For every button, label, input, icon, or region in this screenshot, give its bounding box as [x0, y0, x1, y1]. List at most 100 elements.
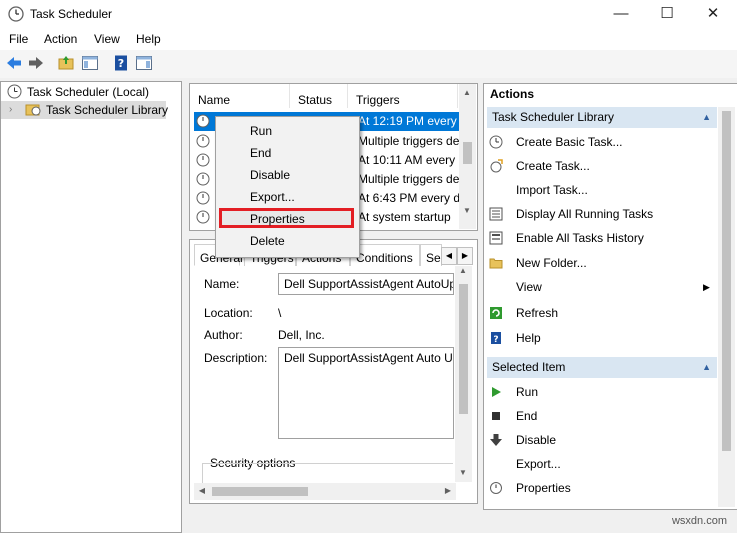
folder-up-icon[interactable]: [57, 54, 75, 72]
action-label: Export...: [516, 457, 561, 471]
action-label: Create Basic Task...: [516, 135, 623, 149]
end-icon: [492, 412, 500, 420]
section-header-selected-item[interactable]: Selected Item ▲: [487, 357, 717, 378]
menu-help[interactable]: Help: [136, 32, 161, 46]
back-arrow-icon[interactable]: [5, 54, 23, 72]
scroll-up-icon[interactable]: ▲: [455, 266, 471, 275]
clock-icon: [7, 84, 22, 99]
scroll-thumb[interactable]: [463, 142, 472, 164]
context-menu-run[interactable]: Run: [250, 122, 272, 140]
column-header-triggers[interactable]: Triggers: [348, 84, 458, 108]
context-menu-export[interactable]: Export...: [250, 188, 295, 206]
history-icon: [489, 231, 503, 245]
menu-bar: File Action View Help: [0, 29, 737, 50]
properties-icon: [490, 482, 502, 494]
location-label: Location:: [204, 306, 253, 320]
context-menu-properties[interactable]: Properties: [250, 210, 305, 228]
scroll-thumb[interactable]: [722, 111, 731, 451]
row-triggers: At 6:43 PM every da: [358, 191, 462, 205]
collapse-chevron-icon[interactable]: ▲: [702, 107, 711, 128]
create-task-icon: [490, 159, 503, 173]
menu-view[interactable]: View: [94, 32, 120, 46]
action-label: Properties: [516, 481, 571, 495]
scroll-thumb[interactable]: [459, 284, 468, 414]
scroll-left-icon[interactable]: ◀: [194, 486, 210, 495]
row-triggers: At system startup: [358, 210, 451, 224]
section-header-library[interactable]: Task Scheduler Library ▲: [487, 107, 717, 128]
task-detail-pane: General Triggers Actions Conditions Se ◀…: [189, 239, 478, 504]
tree-item-library[interactable]: › Task Scheduler Library: [1, 101, 168, 119]
scroll-down-icon[interactable]: ▼: [455, 468, 471, 477]
actions-title: Actions: [490, 87, 535, 101]
menu-file[interactable]: File: [9, 32, 28, 46]
scroll-down-icon[interactable]: ▼: [459, 206, 475, 215]
scroll-right-icon[interactable]: ▶: [440, 486, 456, 495]
clock-icon: [8, 6, 24, 22]
action-label: Help: [516, 331, 541, 345]
description-label: Description:: [204, 351, 268, 365]
row-triggers: Multiple triggers de: [358, 172, 460, 186]
detail-hscrollbar[interactable]: ◀ ▶: [194, 483, 456, 500]
security-options-group: [202, 463, 453, 484]
actions-scrollbar[interactable]: [718, 107, 735, 507]
action-label: Run: [516, 385, 539, 399]
row-triggers: Multiple triggers de: [358, 134, 460, 148]
help-book-icon[interactable]: ?: [112, 54, 130, 72]
task-clock-icon: [196, 134, 210, 148]
submenu-arrow-icon: ▶: [703, 282, 710, 292]
action-label: Create Task...: [516, 159, 590, 173]
author-value: Dell, Inc.: [278, 328, 325, 342]
tab-scroll-right-icon[interactable]: ▶: [457, 247, 473, 265]
console-tree: Task Scheduler (Local) › Task Scheduler …: [0, 81, 182, 533]
context-menu-end[interactable]: End: [250, 144, 271, 162]
action-view[interactable]: View ▶: [489, 277, 711, 297]
actions-pane: Actions Task Scheduler Library ▲ Create …: [483, 83, 737, 510]
action-label: End: [516, 409, 538, 423]
tab-conditions[interactable]: Conditions: [350, 244, 420, 266]
tree-label-root: Task Scheduler (Local): [27, 85, 150, 99]
minimize-button[interactable]: —: [598, 0, 644, 29]
context-menu: Run End Disable Export... Properties Del…: [215, 116, 360, 258]
run-icon: [492, 387, 501, 397]
window-title: Task Scheduler: [30, 7, 113, 21]
toolbar: ?: [0, 50, 737, 78]
column-header-name[interactable]: Name: [190, 84, 290, 108]
create-basic-task-icon: [489, 135, 503, 149]
name-field[interactable]: Dell SupportAssistAgent AutoUpd: [278, 273, 454, 295]
collapse-chevron-icon[interactable]: ▲: [702, 357, 711, 378]
close-button[interactable]: ✕: [690, 0, 736, 29]
list-scrollbar[interactable]: ▲ ▼: [459, 84, 476, 229]
menu-action[interactable]: Action: [44, 32, 77, 46]
name-label: Name:: [204, 277, 240, 291]
maximize-button[interactable]: ☐: [644, 0, 690, 29]
scroll-thumb[interactable]: [212, 487, 308, 496]
action-label: Refresh: [516, 306, 559, 320]
description-field[interactable]: Dell SupportAssistAgent Auto Up: [278, 347, 454, 439]
action-label: Import Task...: [516, 183, 588, 197]
show-hide-tree-icon[interactable]: [81, 54, 99, 72]
task-clock-icon: [196, 153, 210, 167]
context-menu-disable[interactable]: Disable: [250, 166, 290, 184]
expand-chevron-icon[interactable]: ›: [9, 101, 12, 119]
task-clock-icon: [196, 172, 210, 186]
svg-text:?: ?: [118, 57, 124, 70]
tab-settings[interactable]: Se: [420, 244, 442, 266]
section-header-library-label: Task Scheduler Library: [492, 110, 615, 124]
forward-arrow-icon[interactable]: [27, 54, 45, 72]
detail-scrollbar[interactable]: ▲ ▼: [455, 266, 472, 482]
context-menu-delete[interactable]: Delete: [250, 232, 285, 250]
task-clock-icon: [196, 191, 210, 205]
refresh-icon: [490, 307, 502, 319]
row-triggers: At 12:19 PM every S: [358, 114, 462, 128]
watermark: wsxdn.com: [671, 515, 727, 527]
section-header-selected-item-label: Selected Item: [492, 360, 566, 374]
tab-scroll-left-icon[interactable]: ◀: [441, 247, 457, 265]
action-label: Display All Running Tasks: [516, 207, 654, 221]
disable-icon: [490, 434, 502, 446]
action-label: New Folder...: [516, 256, 587, 270]
column-header-status[interactable]: Status: [290, 84, 348, 108]
action-label: View: [516, 280, 542, 294]
scroll-up-icon[interactable]: ▲: [459, 88, 475, 97]
show-action-pane-icon[interactable]: [135, 54, 153, 72]
row-triggers: At 10:11 AM every d: [358, 153, 462, 167]
